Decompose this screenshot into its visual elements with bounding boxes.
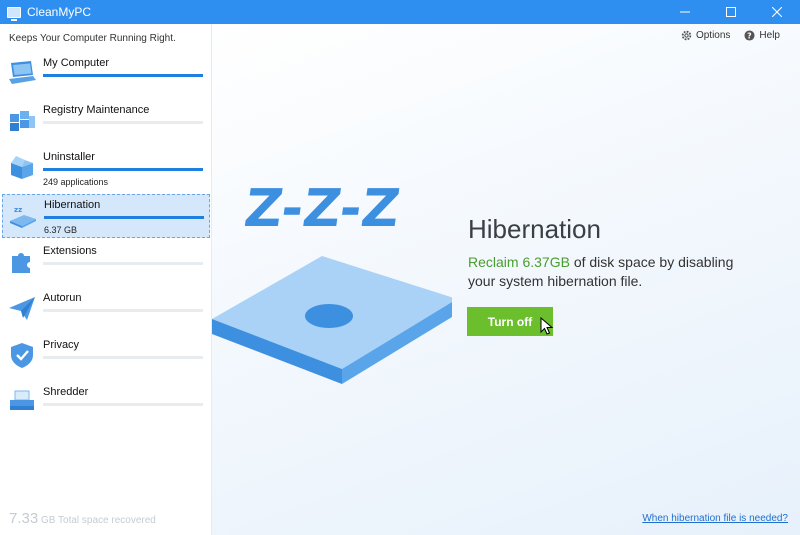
sidebar-item-label: Registry Maintenance	[43, 104, 150, 116]
sidebar-item-label: Autorun	[43, 292, 82, 304]
window-controls	[662, 0, 800, 24]
sidebar-item-label: Extensions	[43, 245, 97, 257]
tagline: Keeps Your Computer Running Right.	[9, 33, 176, 44]
sidebar: Keeps Your Computer Running Right. My Co…	[0, 24, 212, 535]
progress-bar	[43, 309, 203, 312]
hibernation-illustration: Z-Z-Z	[212, 179, 452, 384]
total-recovered: 7.33 GB Total space recovered	[9, 510, 156, 527]
top-links: Options ? Help	[681, 30, 780, 41]
hibernation-icon: zz	[10, 206, 36, 228]
sidebar-item-label: Uninstaller	[43, 151, 95, 163]
progress-bar	[43, 121, 203, 124]
sidebar-item-label: My Computer	[43, 57, 110, 69]
reclaim-amount: Reclaim 6.37GB	[468, 254, 570, 270]
laptop-icon	[9, 61, 36, 84]
description: Reclaim 6.37GB of disk space by disablin…	[468, 253, 758, 291]
help-link[interactable]: ? Help	[744, 30, 780, 41]
sidebar-item-detail: 249 applications	[43, 177, 109, 187]
paper-plane-icon	[9, 297, 35, 320]
sidebar-item-autorun[interactable]: Autorun	[2, 288, 210, 332]
help-circle-icon: ?	[744, 30, 755, 41]
page-title: Hibernation	[468, 214, 601, 244]
hibernation-help-link[interactable]: When hibernation file is needed?	[642, 513, 788, 524]
sidebar-item-privacy[interactable]: Privacy	[2, 335, 210, 379]
zzz-text: Z-Z-Z	[241, 179, 404, 239]
sidebar-item-hibernation[interactable]: zz Hibernation 6.37 GB	[2, 194, 210, 238]
progress-bar	[43, 262, 203, 265]
sidebar-item-shredder[interactable]: Shredder	[2, 382, 210, 426]
progress-bar	[43, 168, 203, 171]
puzzle-icon	[12, 253, 30, 273]
recovered-value: 7.33	[9, 510, 39, 527]
close-button[interactable]	[754, 0, 800, 24]
minimize-button[interactable]	[662, 0, 708, 24]
svg-text:zz: zz	[14, 206, 22, 214]
recovered-label: GB Total space recovered	[40, 515, 156, 526]
svg-text:?: ?	[748, 32, 753, 41]
progress-bar	[43, 356, 203, 359]
sidebar-item-uninstaller[interactable]: Uninstaller 249 applications	[2, 147, 210, 191]
title-bar: CleanMyPC	[0, 0, 800, 24]
registry-cubes-icon	[10, 111, 35, 131]
gear-icon	[681, 30, 692, 41]
sidebar-item-label: Shredder	[43, 386, 89, 398]
window-title: CleanMyPC	[27, 5, 92, 19]
sidebar-item-detail: 6.37 GB	[44, 225, 78, 235]
progress-bar	[43, 74, 203, 77]
main-panel: Z-Z-Z Hibernation Reclaim 6.37GB of disk…	[212, 24, 800, 535]
options-link[interactable]: Options	[681, 30, 730, 41]
options-label: Options	[695, 30, 731, 41]
sidebar-item-label: Hibernation	[44, 199, 101, 211]
shredder-icon	[10, 390, 34, 410]
progress-bar	[43, 403, 203, 406]
sidebar-item-extensions[interactable]: Extensions	[2, 241, 210, 285]
sidebar-item-label: Privacy	[43, 339, 80, 351]
sidebar-item-my-computer[interactable]: My Computer	[2, 53, 210, 97]
mouse-cursor-icon	[540, 317, 554, 335]
help-label: Help	[759, 30, 780, 41]
app-monitor-icon	[7, 6, 21, 21]
progress-bar	[44, 216, 204, 219]
shield-icon	[11, 343, 33, 368]
sidebar-item-registry-maintenance[interactable]: Registry Maintenance	[2, 100, 210, 144]
box-icon	[11, 156, 33, 179]
maximize-button[interactable]	[708, 0, 754, 24]
